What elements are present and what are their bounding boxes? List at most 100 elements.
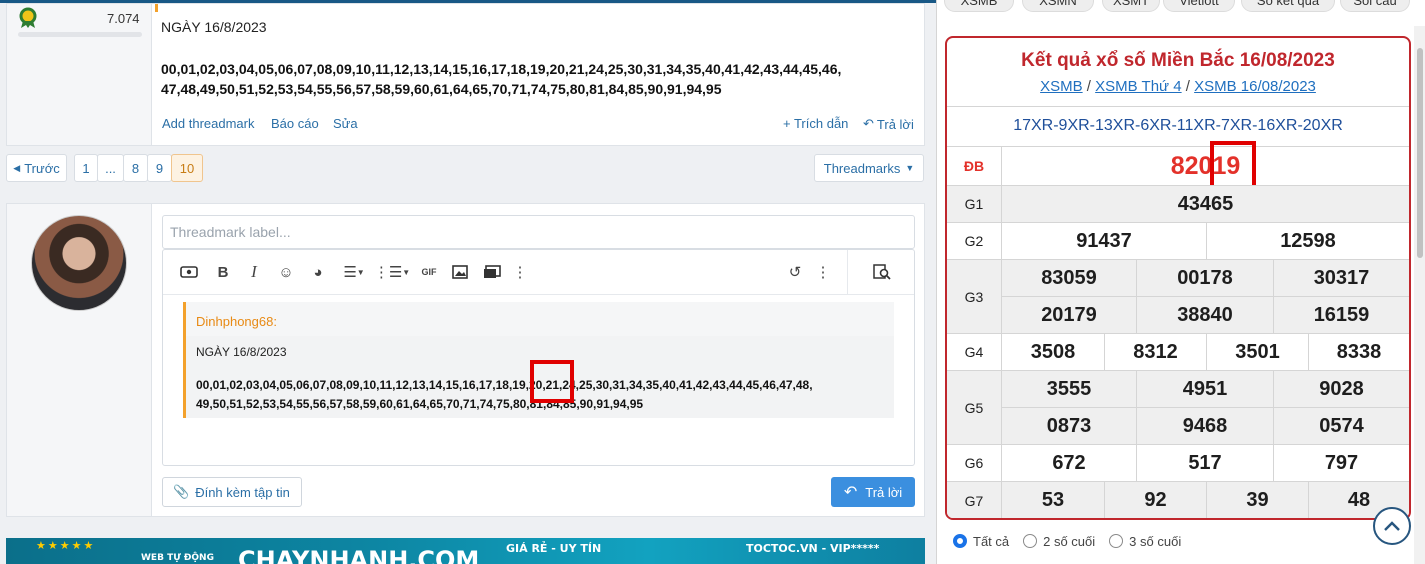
radio-all-label: Tất cả	[973, 533, 1010, 549]
banner-right-text: TOCTOC.VN - VIP*****	[746, 542, 880, 555]
preview-icon[interactable]	[871, 261, 893, 283]
prize-g5: 0574	[1273, 407, 1409, 444]
post-user-sidebar: 7.074	[7, 4, 152, 145]
chevron-up-icon	[1384, 521, 1400, 531]
radio-last-2[interactable]	[1023, 534, 1038, 548]
prize-g5: 3555	[1046, 377, 1092, 400]
row-g3: G3 83059 00178 30317 20179 38840 16159	[947, 259, 1409, 333]
scrollbar[interactable]	[1414, 26, 1425, 564]
label-g2: G2	[947, 223, 1002, 259]
submit-reply-button[interactable]: ↶ Trả lời	[831, 477, 915, 507]
result-title: Kết quả xổ số Miền Bắc 16/08/2023	[1021, 50, 1335, 71]
lottery-panel: XSMB XSMN XSMT Vietlott Sổ kết quả Soi c…	[936, 0, 1425, 564]
label-g7: G7	[947, 482, 1002, 518]
prize-g6: 797	[1273, 445, 1409, 481]
post-date-line: NGÀY 16/8/2023	[161, 19, 267, 35]
previous-post: 7.074 NGÀY 16/8/2023 00,01,02,03,04,05,0…	[6, 3, 925, 146]
palette-icon[interactable]: ◕	[307, 261, 329, 283]
tab-xsmn[interactable]: XSMN	[1022, 0, 1094, 12]
more-options-right-icon[interactable]: ⋮	[812, 261, 834, 283]
prize-g2: 12598	[1206, 223, 1409, 259]
prize-g5: 9028	[1273, 371, 1409, 407]
page-current-button[interactable]: 10	[171, 154, 203, 182]
page-ellipsis-button[interactable]: ...	[97, 154, 124, 182]
quote-date-line: NGÀY 16/8/2023	[196, 345, 287, 359]
threadmarks-label: Threadmarks	[823, 160, 901, 176]
prize-g1: 43465	[1177, 192, 1234, 215]
ad-banner[interactable]: ★★★★★ WEB TỰ ĐỘNG CHAYNHANH.COM GIÁ RẺ -…	[6, 538, 925, 564]
tab-soi-cau[interactable]: Soi cầu	[1340, 0, 1410, 12]
prize-g6: 672	[1052, 451, 1086, 474]
edit-link[interactable]: Sửa	[333, 116, 358, 131]
post-numbers: 00,01,02,03,04,05,06,07,08,09,10,11,12,1…	[161, 59, 921, 99]
prize-g3: 16159	[1273, 296, 1409, 333]
highlight-box	[530, 360, 574, 403]
threadmarks-dropdown[interactable]: Threadmarks ▼	[814, 154, 924, 182]
radio-last-3[interactable]	[1109, 534, 1124, 548]
hide-block-icon[interactable]	[178, 261, 200, 283]
media-icon[interactable]	[481, 261, 503, 283]
reply-arrow-icon: ↶	[863, 116, 874, 131]
reply-link[interactable]: ↶ Trả lời	[863, 116, 914, 132]
prev-page-button[interactable]: ◀ Trước	[6, 154, 67, 182]
bold-icon[interactable]: B	[212, 261, 234, 283]
code-row: 17XR-9XR-13XR-6XR-11XR-7XR-16XR-20XR	[947, 106, 1409, 146]
region-tabs: XSMB XSMN XSMT Vietlott Sổ kết quả Soi c…	[937, 0, 1410, 12]
page-1-button[interactable]: 1	[74, 154, 98, 182]
reply-form: Threadmark label... B I ☺ ◕ ☰ ▼ ⋮☰ ▼ GIF ⋮…	[6, 203, 925, 517]
tab-vietlott[interactable]: Vietlott	[1163, 0, 1235, 12]
report-link[interactable]: Báo cáo	[271, 116, 319, 131]
link-xsmb[interactable]: XSMB	[1040, 78, 1083, 95]
prev-page-label: Trước	[24, 160, 60, 176]
link-xsmb-thu4[interactable]: XSMB Thứ 4	[1095, 78, 1181, 95]
prize-g5: 4951	[1136, 371, 1273, 407]
italic-icon[interactable]: I	[243, 261, 265, 283]
prize-g7: 39	[1206, 482, 1308, 518]
row-g7: G7 53 92 39 48	[947, 481, 1409, 518]
prize-g4: 3508	[1030, 340, 1076, 363]
tab-so-ket-qua[interactable]: Sổ kết quả	[1241, 0, 1335, 12]
forum-area: 7.074 NGÀY 16/8/2023 00,01,02,03,04,05,0…	[0, 0, 936, 564]
label-g3: G3	[947, 260, 1002, 333]
row-g4: G4 3508 8312 3501 8338	[947, 333, 1409, 370]
align-menu-icon[interactable]: ☰ ▼	[337, 261, 371, 283]
threadmark-label-input[interactable]: Threadmark label...	[162, 215, 915, 249]
rank-progress-bar	[18, 32, 142, 37]
attach-file-button[interactable]: 📎 Đính kèm tập tin	[162, 477, 302, 507]
add-threadmark-link[interactable]: Add threadmark	[162, 116, 255, 131]
prize-g3: 83059	[1041, 266, 1097, 289]
banner-domain: CHAYNHANH.COM	[238, 546, 480, 564]
ticket-codes: 17XR-9XR-13XR-6XR-11XR-7XR-16XR-20XR	[1013, 117, 1343, 134]
scroll-to-top-button[interactable]	[1373, 507, 1411, 545]
submit-reply-label: Trả lời	[865, 484, 903, 500]
page-8-button[interactable]: 8	[123, 154, 148, 182]
tab-xsmt[interactable]: XSMT	[1102, 0, 1160, 12]
toolbar-divider	[847, 250, 848, 295]
gif-icon[interactable]: GIF	[418, 261, 440, 283]
more-options-icon[interactable]: ⋮	[509, 261, 531, 283]
label-g5: G5	[947, 371, 1002, 444]
avatar[interactable]	[31, 215, 127, 311]
label-g6: G6	[947, 445, 1002, 481]
banner-slogan: GIÁ RẺ - UY TÍN	[506, 542, 602, 555]
prize-g7: 92	[1104, 482, 1206, 518]
banner-left-text: WEB TỰ ĐỘNG	[141, 553, 214, 563]
row-g5: G5 3555 4951 9028 0873 9468 0574	[947, 370, 1409, 444]
link-xsmb-date[interactable]: XSMB 16/08/2023	[1194, 78, 1316, 95]
rich-text-editor[interactable]: B I ☺ ◕ ☰ ▼ ⋮☰ ▼ GIF ⋮ ↺ ⋮ Dinhphong68: NG…	[162, 249, 915, 466]
caret-left-icon: ◀	[13, 162, 21, 173]
row-db: ĐB 82019	[947, 141, 1409, 189]
undo-icon[interactable]: ↺	[784, 261, 806, 283]
quote-link[interactable]: + Trích dẫn	[783, 116, 848, 131]
smiley-icon[interactable]: ☺	[275, 261, 297, 283]
list-menu-icon[interactable]: ⋮☰ ▼	[374, 261, 410, 283]
radio-all[interactable]	[953, 534, 967, 548]
page-9-button[interactable]: 9	[147, 154, 172, 182]
tab-xsmb[interactable]: XSMB	[944, 0, 1014, 12]
rank-medal-icon	[19, 7, 37, 28]
image-icon[interactable]	[449, 261, 471, 283]
rating-stars-icon: ★★★★★	[36, 540, 96, 552]
scrollbar-thumb[interactable]	[1417, 48, 1423, 258]
editor-toolbar: B I ☺ ◕ ☰ ▼ ⋮☰ ▼ GIF ⋮ ↺ ⋮	[163, 250, 914, 295]
reply-link-label: Trả lời	[876, 116, 914, 132]
